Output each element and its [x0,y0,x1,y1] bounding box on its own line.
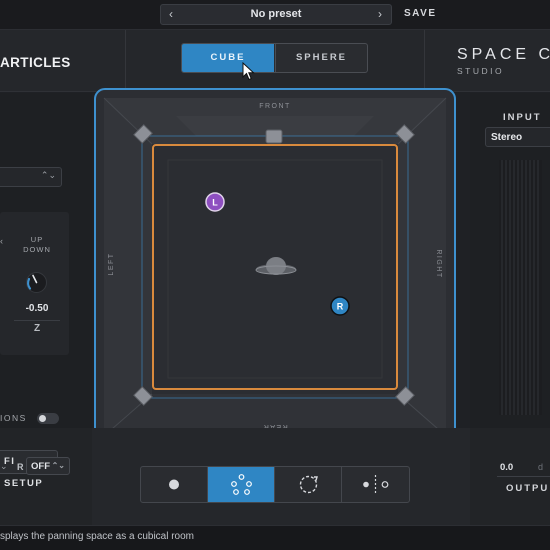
chevron-right-icon[interactable]: › [370,4,390,25]
updown-knob[interactable] [24,270,49,295]
front-label: FRONT [259,103,291,110]
view-mode-bar [140,466,410,503]
view-rotate-button[interactable] [275,467,342,502]
axis-name: Z [14,320,60,334]
source-right[interactable]: R [330,296,350,316]
view-single-button[interactable] [141,467,208,502]
output-unit: d [538,462,544,472]
view-mirror-button[interactable] [342,467,409,502]
preset-name[interactable]: No preset [180,4,372,25]
r-dropdown[interactable]: OFF ⌃⌄ [26,457,70,475]
options-label: IONS [0,413,27,423]
speaker-front-center-icon [265,129,283,144]
input-label: INPUT [503,112,542,123]
mirror-icon [363,475,389,494]
chevron-updown-icon: ⌃⌄ [40,170,56,180]
axis-label: UP DOWN [23,235,51,254]
knob-value[interactable]: -0.50 [14,303,60,314]
chevron-left-icon[interactable]: ‹ [161,4,181,25]
status-text: splays the panning space as a cubical ro… [0,531,195,542]
input-meter [499,160,542,415]
r-label: R [17,462,24,472]
mouse-cursor-icon [242,62,255,81]
brand-title: SPACE CO [457,46,550,63]
speakers-icon [231,474,252,495]
header-divider [424,30,425,92]
input-mode-value: Stereo [491,132,523,143]
logo: ARTICLES [0,55,71,70]
brand-subtitle: STUDIO [457,66,505,76]
left-dropdown[interactable]: ⌃⌄ [0,167,62,187]
source-right-label: R [337,302,344,312]
output-label: OUTPU [506,483,550,494]
rotate-icon [299,475,318,494]
source-left-label: L [212,198,218,208]
options-toggle[interactable] [37,413,59,424]
right-label: RIGHT [435,249,442,278]
tab-cube[interactable]: CUBE [182,44,274,72]
chevron-updown-icon[interactable]: ⌄ [0,461,8,472]
cube-room[interactable]: FRONT REAR LEFT RIGHT L R [96,90,454,444]
header-divider [125,30,126,92]
toggle-knob [39,415,46,422]
save-button[interactable]: SAVE [404,8,437,19]
output-gain-underline [497,476,550,477]
input-mode-dropdown[interactable]: Stereo [485,127,550,147]
tab-sphere[interactable]: SPHERE [275,44,367,72]
left-label: LEFT [108,252,115,275]
view-speakers-button[interactable] [208,467,275,502]
chevron-updown-icon: ⌃⌄ [51,461,65,470]
dot-icon [169,479,179,490]
r-dropdown-value: OFF [31,461,50,472]
left-edge-glyph: ‹ [0,236,3,246]
mode-toggle: CUBE SPHERE [181,43,368,73]
source-left[interactable]: L [205,192,225,212]
